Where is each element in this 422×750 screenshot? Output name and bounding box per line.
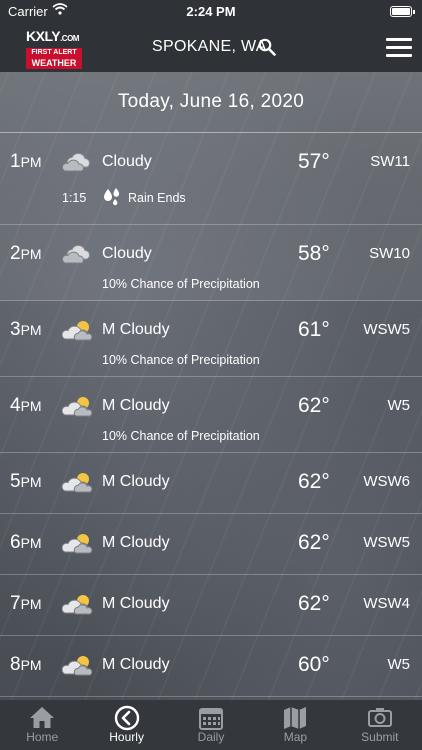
cloudy-icon xyxy=(62,245,90,264)
mostly-cloudy-icon xyxy=(62,397,93,417)
hour-label: 1PM xyxy=(10,151,42,172)
condition-label: M Cloudy xyxy=(102,595,170,612)
hamburger-menu-icon[interactable] xyxy=(386,38,412,58)
wind-label: WSW5 xyxy=(363,534,410,551)
event-time-label: 1:15 xyxy=(62,191,87,205)
hour-label: 8PM xyxy=(10,654,42,675)
hour-label: 2PM xyxy=(10,243,42,264)
hourly-row[interactable]: 3PM M Cloudy 61° WSW5 10% Chance of Prec… xyxy=(0,301,422,377)
temperature-label: 60° xyxy=(298,653,330,676)
temperature-label: 62° xyxy=(298,470,330,493)
tab-home[interactable]: Home xyxy=(0,700,84,750)
logo-line2: FIRST ALERT xyxy=(26,48,82,58)
clock-time: 2:24 PM xyxy=(186,4,236,19)
wind-label: WSW4 xyxy=(363,595,410,612)
kxly-logo[interactable]: KXLY.COM FIRST ALERT WEATHER xyxy=(26,28,88,69)
bottom-tab-bar: Home Hourly Daily Map Submit xyxy=(0,700,422,750)
tab-daily[interactable]: Daily xyxy=(169,700,253,750)
wind-label: WSW6 xyxy=(363,473,410,490)
hourly-forecast-list[interactable]: Today, June 16, 2020 1PM Cloudy 57° SW11… xyxy=(0,72,422,700)
condition-label: M Cloudy xyxy=(102,397,170,414)
clock-icon xyxy=(114,705,139,731)
home-icon xyxy=(30,707,55,728)
hour-label: 7PM xyxy=(10,593,42,614)
location-label[interactable]: SPOKANE, WA xyxy=(152,38,267,56)
hourly-row[interactable]: 2PM Cloudy 58° SW10 10% Chance of Precip… xyxy=(0,225,422,301)
temperature-label: 62° xyxy=(298,394,330,417)
hour-label: 5PM xyxy=(10,471,42,492)
raindrops-icon xyxy=(104,188,120,206)
tab-submit-label: Submit xyxy=(361,730,399,744)
temperature-label: 57° xyxy=(298,150,330,173)
wind-label: W5 xyxy=(387,397,411,414)
mostly-cloudy-icon xyxy=(62,321,93,341)
logo-line1: KXLY.COM xyxy=(26,28,79,44)
hourly-row[interactable]: 5PM M Cloudy 62° WSW6 xyxy=(0,453,422,514)
hourly-row[interactable]: 7PM M Cloudy 62° WSW4 xyxy=(0,575,422,636)
hour-label: 6PM xyxy=(10,532,42,553)
tab-map[interactable]: Map xyxy=(253,700,337,750)
status-bar: Carrier 2:24 PM xyxy=(0,0,422,24)
date-header: Today, June 16, 2020 xyxy=(0,72,422,133)
temperature-label: 58° xyxy=(298,242,330,265)
hourly-row[interactable]: 4PM M Cloudy 62° W5 10% Chance of Precip… xyxy=(0,377,422,453)
tab-map-label: Map xyxy=(283,730,308,744)
tab-hourly[interactable]: Hourly xyxy=(84,700,168,750)
mostly-cloudy-icon xyxy=(62,595,93,615)
map-icon xyxy=(284,707,307,729)
wind-label: SW11 xyxy=(370,153,410,170)
calendar-icon xyxy=(199,708,224,730)
wind-label: W5 xyxy=(387,656,411,673)
condition-label: M Cloudy xyxy=(102,321,170,338)
condition-label: Cloudy xyxy=(102,153,152,170)
date-label: Today, June 16, 2020 xyxy=(117,91,305,112)
battery-icon xyxy=(390,6,415,17)
condition-label: M Cloudy xyxy=(102,534,170,551)
logo-line3: WEATHER xyxy=(26,58,82,69)
precip-chance-label: 10% Chance of Precipitation xyxy=(102,353,260,367)
temperature-label: 62° xyxy=(298,531,330,554)
hourly-row[interactable]: 8PM M Cloudy 60° W5 xyxy=(0,636,422,697)
mostly-cloudy-icon xyxy=(62,534,93,554)
tab-submit[interactable]: Submit xyxy=(338,700,422,750)
hourly-row[interactable]: 6PM M Cloudy 62° WSW5 xyxy=(0,514,422,575)
tab-daily-label: Daily xyxy=(197,730,225,744)
mostly-cloudy-icon xyxy=(62,656,93,676)
temperature-label: 61° xyxy=(298,318,330,341)
condition-label: M Cloudy xyxy=(102,656,170,673)
camera-icon xyxy=(367,708,392,727)
hourly-row[interactable]: 1PM Cloudy 57° SW11 1:15 Rain Ends xyxy=(0,133,422,225)
hour-label: 3PM xyxy=(10,319,42,340)
tab-hourly-label: Hourly xyxy=(109,730,144,744)
precip-chance-label: 10% Chance of Precipitation xyxy=(102,277,260,291)
hour-label: 4PM xyxy=(10,395,42,416)
condition-label: M Cloudy xyxy=(102,473,170,490)
app-header: KXLY.COM FIRST ALERT WEATHER SPOKANE, WA xyxy=(0,24,422,72)
wind-label: SW10 xyxy=(369,245,410,262)
tab-home-label: Home xyxy=(26,730,59,744)
wind-label: WSW5 xyxy=(363,321,410,338)
precip-chance-label: 10% Chance of Precipitation xyxy=(102,429,260,443)
cloudy-icon xyxy=(62,153,90,172)
event-label: Rain Ends xyxy=(128,191,186,205)
temperature-label: 62° xyxy=(298,592,330,615)
search-icon[interactable] xyxy=(258,38,276,56)
mostly-cloudy-icon xyxy=(62,473,93,493)
condition-label: Cloudy xyxy=(102,245,152,262)
